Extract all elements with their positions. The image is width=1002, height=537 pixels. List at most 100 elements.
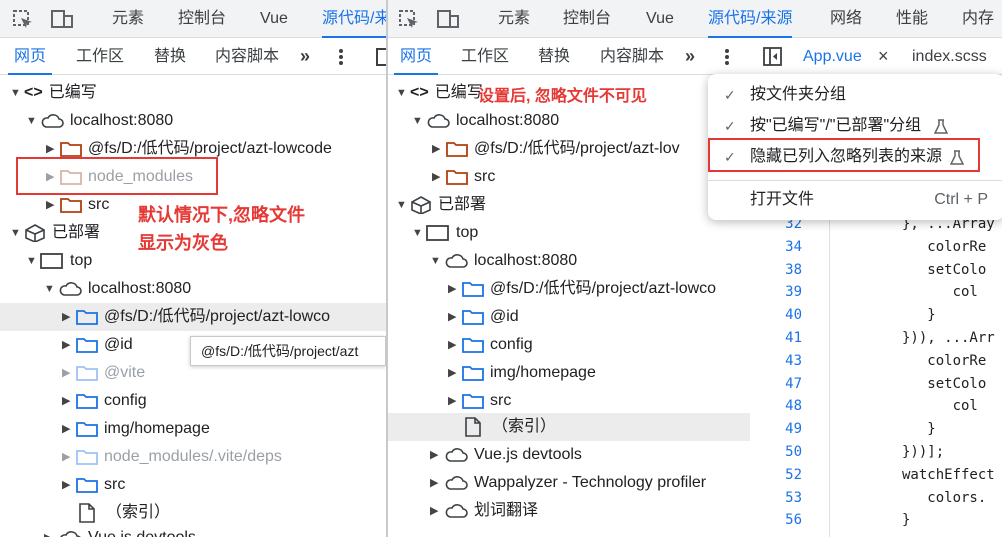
sidebar-toggle-icon[interactable]	[376, 47, 386, 67]
tab-vue[interactable]: Vue	[646, 0, 674, 38]
tree-item-fs-folder[interactable]: ▶ @fs/D:/低代码/project/azt-lowco	[0, 303, 386, 331]
tree-item-top[interactable]: ▼ top	[26, 247, 92, 275]
tree-item-id[interactable]: ▶ @id	[448, 303, 519, 331]
tab-performance[interactable]: 性能	[896, 0, 928, 38]
left-main-toolbar: 元素 控制台 Vue 源代码/来	[0, 0, 386, 38]
experiment-flask-icon	[934, 119, 948, 134]
tree-item-localhost[interactable]: ▼ localhost:8080	[430, 247, 577, 275]
line-number[interactable]: 43	[760, 353, 802, 369]
line-number[interactable]: 50	[760, 444, 802, 460]
tree-item-authored[interactable]: ▼ <> 已编写	[10, 79, 97, 107]
tab-vue[interactable]: Vue	[260, 0, 288, 38]
inspect-element-icon[interactable]	[12, 9, 34, 29]
tab-network[interactable]: 网络	[830, 0, 862, 38]
tree-item-localhost[interactable]: ▼ localhost:8080	[44, 275, 191, 303]
file-tab-app-vue[interactable]: App.vue	[803, 38, 862, 75]
tab-content-scripts[interactable]: 内容脚本	[600, 38, 664, 75]
tree-item-fs-folder[interactable]: ▶ @fs/D:/低代码/project/azt-lowco	[448, 275, 716, 303]
tree-item-localhost[interactable]: ▼ localhost:8080	[412, 107, 559, 135]
menu-item-group-by-folder[interactable]: ✓ 按文件夹分组	[708, 80, 1002, 110]
tab-content-scripts[interactable]: 内容脚本	[215, 38, 279, 75]
annotation-greyed-default-line2: 显示为灰色	[138, 233, 228, 253]
tree-item-authored[interactable]: ▼ <> 已编写	[396, 79, 483, 107]
tab-elements[interactable]: 元素	[498, 0, 530, 38]
close-tab-button[interactable]: ×	[878, 38, 889, 75]
tab-console[interactable]: 控制台	[563, 0, 611, 38]
tree-item-config[interactable]: ▶ config	[448, 331, 533, 359]
collapsed-arrow-icon: ▶	[62, 451, 71, 463]
tree-item-id[interactable]: ▶ @id	[62, 331, 133, 359]
tab-page[interactable]: 网页	[393, 38, 439, 75]
tab-console[interactable]: 控制台	[178, 0, 226, 38]
collapsed-arrow-icon: ▶	[430, 449, 439, 461]
line-number[interactable]: 38	[760, 262, 802, 278]
folder-icon	[76, 422, 98, 437]
file-tab-index-scss[interactable]: index.scss	[912, 38, 987, 75]
collapsed-arrow-icon: ▶	[62, 423, 71, 435]
cloud-icon	[427, 114, 450, 128]
tree-item-vue-devtools[interactable]: ▶Vue.js devtools	[430, 441, 582, 469]
folder-icon	[446, 170, 468, 185]
line-number[interactable]: 53	[760, 490, 802, 506]
line-number[interactable]: 39	[760, 284, 802, 300]
line-number[interactable]: 40	[760, 307, 802, 323]
tree-item-localhost[interactable]: ▼ localhost:8080	[26, 107, 173, 135]
menu-item-open-file[interactable]: 打开文件 Ctrl + P	[708, 185, 1002, 215]
more-options-icon[interactable]	[723, 48, 731, 66]
line-number[interactable]: 41	[760, 330, 802, 346]
line-number[interactable]: 47	[760, 376, 802, 392]
cloud-icon	[59, 282, 82, 296]
tab-overrides[interactable]: 替换	[154, 38, 186, 75]
tree-item-node-modules-deps[interactable]: ▶ node_modules/.vite/deps	[62, 443, 282, 471]
tree-item-fs-folder[interactable]: ▶ @fs/D:/低代码/project/azt-lov	[432, 135, 680, 163]
tree-item-vite[interactable]: ▶ @vite	[62, 359, 145, 387]
device-toolbar-icon[interactable]	[436, 8, 460, 30]
tree-item-deployed[interactable]: ▼ 已部署	[10, 219, 100, 247]
code-line: colors.	[902, 489, 987, 506]
line-number[interactable]: 56	[760, 512, 802, 528]
tree-item-src[interactable]: ▶ src	[46, 191, 109, 219]
collapsed-arrow-icon: ▶	[448, 395, 457, 407]
tree-item-src[interactable]: ▶ src	[432, 163, 495, 191]
tree-item-img-homepage[interactable]: ▶ img/homepage	[448, 359, 596, 387]
cloud-icon	[41, 114, 64, 128]
line-number[interactable]: 49	[760, 421, 802, 437]
source-options-menu: ✓ 按文件夹分组 ✓ 按"已编写"/"已部署"分组 ✓ 隐藏已列入忽略列表的来源…	[708, 74, 1002, 220]
line-number[interactable]: 34	[760, 239, 802, 255]
tree-item-img-homepage[interactable]: ▶ img/homepage	[62, 415, 210, 443]
line-number[interactable]: 48	[760, 398, 802, 414]
tree-item-index[interactable]: （索引）	[388, 413, 750, 441]
tree-item-top[interactable]: ▼ top	[412, 219, 478, 247]
tree-item-index[interactable]: （索引）	[78, 499, 170, 527]
code-line: col	[902, 284, 978, 301]
tree-item-deployed[interactable]: ▼ 已部署	[396, 191, 486, 219]
tree-item-translate[interactable]: ▶ 划词翻译	[430, 497, 538, 525]
line-number[interactable]: 52	[760, 467, 802, 483]
inspect-element-icon[interactable]	[398, 9, 420, 29]
collapsed-arrow-icon: ▶	[432, 143, 441, 155]
tab-memory[interactable]: 内存	[962, 0, 994, 38]
tab-sources[interactable]: 源代码/来源	[708, 0, 793, 38]
tab-sources[interactable]: 源代码/来	[322, 0, 386, 38]
tree-item-wappalyzer[interactable]: ▶ Wappalyzer - Technology profiler	[430, 469, 706, 497]
tab-elements[interactable]: 元素	[112, 0, 144, 38]
collapsed-arrow-icon: ▶	[44, 524, 58, 537]
tree-item-vue-devtools[interactable]: ▶Vue.js devtools	[44, 524, 196, 537]
tree-item-src[interactable]: ▶ src	[62, 471, 125, 499]
collapsed-arrow-icon: ▶	[62, 339, 71, 351]
folder-icon	[76, 478, 98, 493]
tree-item-src[interactable]: ▶ src	[448, 387, 511, 415]
menu-item-group-by-authored[interactable]: ✓ 按"已编写"/"已部署"分组	[708, 111, 1002, 141]
more-tabs-button[interactable]: »	[300, 38, 310, 75]
device-toolbar-icon[interactable]	[50, 8, 74, 30]
tab-workspace[interactable]: 工作区	[461, 38, 509, 75]
code-line: col	[902, 398, 978, 415]
more-tabs-button[interactable]: »	[685, 38, 695, 75]
collapsed-arrow-icon: ▶	[62, 395, 71, 407]
tab-page[interactable]: 网页	[7, 38, 53, 75]
tab-overrides[interactable]: 替换	[538, 38, 570, 75]
sidebar-toggle-icon[interactable]	[763, 47, 783, 67]
tree-item-config[interactable]: ▶ config	[62, 387, 147, 415]
more-options-icon[interactable]	[337, 48, 345, 66]
tab-workspace[interactable]: 工作区	[76, 38, 124, 75]
